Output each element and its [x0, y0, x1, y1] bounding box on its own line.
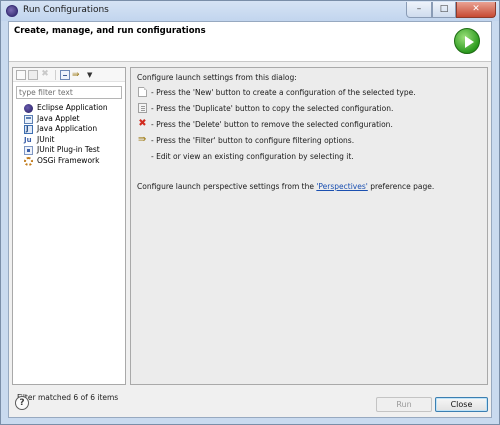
maximize-button[interactable]: □ — [432, 2, 456, 18]
tree-item-label: Eclipse Application — [37, 103, 108, 112]
junit-plugin-icon — [24, 146, 33, 155]
header-banner: Create, manage, and run configurations — [9, 22, 491, 62]
junit-icon: Ju — [24, 135, 32, 144]
run-icon — [454, 28, 480, 54]
tree-item-junit-plugin-test[interactable]: JUnit Plug-in Test — [23, 145, 123, 156]
view-menu-icon[interactable]: ▼ — [87, 70, 95, 80]
delete-icon[interactable]: ✖ — [40, 70, 50, 80]
instruction-new: - Press the 'New' button to create a con… — [151, 88, 416, 97]
configuration-list-pane: ✖ ⇛ ▼ Eclipse Application Java Applet — [12, 67, 126, 402]
perspective-text: Configure launch perspective settings fr… — [137, 182, 434, 191]
dialog-window: Run Configurations – □ ✕ Create, manage,… — [0, 0, 500, 425]
instruction-filter: - Press the 'Filter' button to configure… — [151, 136, 355, 145]
duplicate-icon[interactable] — [28, 70, 38, 80]
configuration-details-pane: Configure launch settings from this dial… — [130, 67, 488, 385]
toolbar-divider — [55, 70, 56, 80]
close-window-button[interactable]: ✕ — [456, 2, 496, 18]
tree-item-label: JUnit — [37, 134, 55, 144]
dialog-client-area: Create, manage, and run configurations ✖… — [8, 21, 492, 418]
close-button[interactable]: Close — [435, 397, 488, 412]
tree-item-junit[interactable]: Ju JUnit — [23, 135, 123, 146]
filter-status: Filter matched 6 of 6 items — [17, 393, 119, 402]
perspectives-link[interactable]: 'Perspectives' — [316, 182, 367, 191]
instruction-delete: - Press the 'Delete' button to remove th… — [151, 120, 393, 129]
perspective-text-before: Configure launch perspective settings fr… — [137, 182, 317, 191]
intro-text: Configure launch settings from this dial… — [137, 73, 297, 82]
tree-item-label: Java Applet — [37, 113, 80, 123]
java-app-icon — [24, 124, 33, 135]
tree-item-osgi-framework[interactable]: OSGi Framework — [23, 156, 123, 167]
duplicate-icon — [138, 103, 147, 113]
perspective-text-after: preference page. — [367, 182, 435, 191]
new-config-icon[interactable] — [16, 70, 26, 80]
osgi-icon — [24, 156, 33, 166]
window-title: Run Configurations — [23, 5, 109, 15]
instruction-duplicate: - Press the 'Duplicate' button to copy t… — [151, 104, 394, 113]
help-icon[interactable]: ? — [15, 396, 29, 410]
new-config-icon — [138, 87, 147, 97]
delete-icon: ✖ — [138, 118, 147, 129]
java-applet-icon — [24, 114, 33, 124]
page-title: Create, manage, and run configurations — [14, 26, 206, 36]
minimize-button[interactable]: – — [406, 2, 432, 18]
collapse-all-icon[interactable] — [60, 70, 70, 80]
tree-item-label: Java Application — [37, 124, 98, 133]
configuration-toolbar: ✖ ⇛ ▼ — [13, 68, 125, 82]
tree-item-java-application[interactable]: Java Application — [23, 124, 123, 135]
filter-icon: ⇛ — [138, 134, 147, 145]
eclipse-icon — [24, 104, 33, 113]
title-bar[interactable]: Run Configurations – □ ✕ — [1, 1, 499, 21]
run-button[interactable]: Run — [376, 397, 432, 412]
filter-input[interactable] — [16, 86, 122, 99]
tree-item-eclipse-application[interactable]: Eclipse Application — [23, 103, 123, 114]
filter-icon[interactable]: ⇛ — [72, 70, 86, 80]
tree-item-label: JUnit Plug-in Test — [37, 145, 100, 154]
tree-item-label: OSGi Framework — [37, 155, 100, 165]
instruction-edit: - Edit or view an existing configuration… — [151, 152, 354, 161]
eclipse-logo-icon — [6, 5, 18, 17]
tree-item-java-applet[interactable]: Java Applet — [23, 114, 123, 125]
configuration-type-tree: Eclipse Application Java Applet Java App… — [23, 103, 123, 166]
